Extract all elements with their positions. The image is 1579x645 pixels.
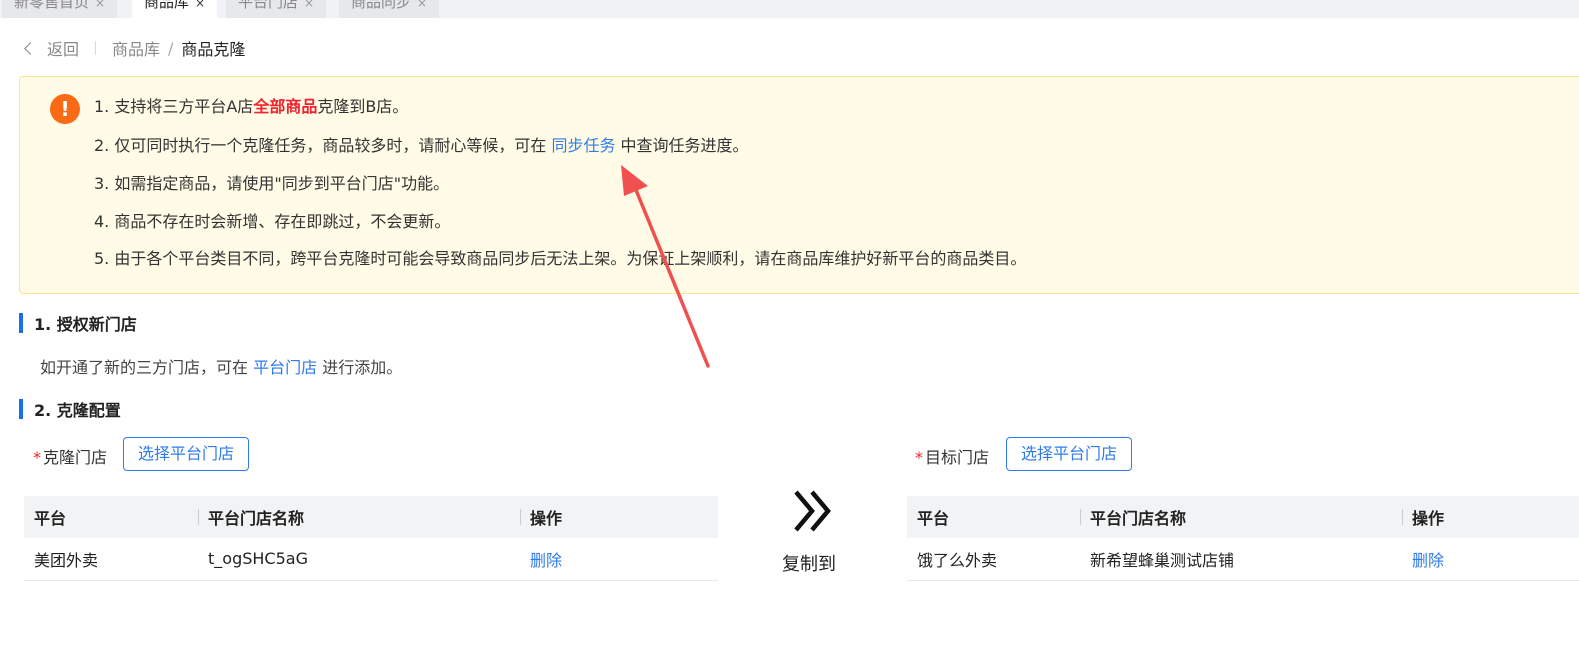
close-icon[interactable]: × (417, 0, 427, 10)
section-text: 进行添加。 (317, 358, 403, 377)
tab-label: 商品同步 (351, 0, 412, 11)
tab-home[interactable]: 新零售首页 × (2, 0, 118, 18)
section-authorize-store: 1. 授权新门店 (19, 313, 137, 334)
cell-store-name: 新希望蜂巢测试店铺 (1080, 538, 1402, 581)
required-mark: * (33, 448, 41, 467)
source-store-label: * 克隆门店 (33, 444, 107, 468)
select-target-store-button[interactable]: 选择平台门店 (1006, 437, 1133, 471)
table-row: 美团外卖 t_ogSHC5aG 删除 (24, 538, 718, 581)
column-header-action: 操作 (520, 496, 718, 538)
tab-label: 商品库 (144, 0, 190, 11)
column-resize-handle[interactable] (520, 509, 521, 525)
notice-line-1: 1. 支持将三方平台A店全部商品克隆到B店。 (94, 93, 408, 117)
cell-platform: 美团外卖 (24, 538, 198, 581)
notice-line-4: 4. 商品不存在时会新增、存在即跳过，不会更新。 (94, 212, 451, 231)
table-row: 饿了么外卖 新希望蜂巢测试店铺 删除 (907, 538, 1579, 581)
sync-task-link[interactable]: 同步任务 (551, 136, 615, 155)
delete-link[interactable]: 删除 (1402, 538, 1579, 581)
chevron-left-icon[interactable] (24, 41, 37, 55)
page: 新零售首页 × 商品库 × 平台门店 × 商品同步 × 返回 商品库 / 商品克隆 ! … (0, 0, 1579, 645)
close-icon[interactable]: × (195, 0, 205, 10)
notice-line-2: 2. 仅可同时执行一个克隆任务，商品较多时，请耐心等候，可在 同步任务 中查询任… (94, 132, 749, 156)
notice-line-3: 3. 如需指定商品，请使用"同步到平台门店"功能。 (94, 174, 450, 193)
label-text: 目标门店 (925, 448, 990, 467)
column-header-label: 平台门店名称 (1090, 509, 1187, 528)
section-title: 1. 授权新门店 (34, 315, 137, 334)
section-title: 2. 克隆配置 (34, 401, 121, 420)
section-authorize-text: 如开通了新的三方门店，可在 平台门店 进行添加。 (40, 354, 402, 378)
column-header-platform: 平台 (24, 496, 198, 538)
cell-platform: 饿了么外卖 (907, 538, 1080, 581)
notice-text: 克隆到B店。 (317, 97, 409, 116)
section-text: 如开通了新的三方门店，可在 (40, 358, 254, 377)
column-header-platform: 平台 (907, 496, 1080, 538)
section-marker (19, 399, 23, 419)
table-header-row: 平台 平台门店名称 操作 (24, 496, 718, 538)
notice-text: 中查询任务进度。 (615, 136, 749, 155)
column-header-action: 操作 (1402, 496, 1579, 538)
tab-product-sync[interactable]: 商品同步 × (339, 0, 440, 18)
section-clone-config: 2. 克隆配置 (19, 399, 121, 420)
column-header-label: 操作 (530, 509, 563, 528)
warning-icon: ! (50, 94, 80, 124)
notice-text: 1. 支持将三方平台A店 (94, 97, 254, 116)
notice-text: 2. 仅可同时执行一个克隆任务，商品较多时，请耐心等候，可在 (94, 136, 552, 155)
label-text: 克隆门店 (43, 448, 108, 467)
back-link[interactable]: 返回 (47, 36, 79, 60)
platform-store-link[interactable]: 平台门店 (253, 358, 317, 377)
target-store-table: 平台 平台门店名称 操作 饿了么外卖 新希望蜂巢测试店铺 删除 (907, 496, 1579, 581)
select-source-store-button[interactable]: 选择平台门店 (123, 437, 250, 471)
section-marker (19, 313, 23, 333)
double-chevron-right-icon (794, 490, 831, 532)
required-mark: * (915, 448, 923, 467)
notice-line-5: 5. 由于各个平台类目不同，跨平台克隆时可能会导致商品同步后无法上架。为保证上架… (94, 249, 1027, 268)
column-header-label: 操作 (1412, 509, 1445, 528)
notice-box: ! 1. 支持将三方平台A店全部商品克隆到B店。 2. 仅可同时执行一个克隆任务… (19, 76, 1579, 294)
cell-store-name: t_ogSHC5aG (198, 538, 520, 581)
close-icon[interactable]: × (95, 0, 105, 10)
delete-link[interactable]: 删除 (520, 538, 718, 581)
breadcrumb-current: 商品克隆 (181, 40, 246, 59)
tab-label: 平台门店 (238, 0, 299, 11)
tab-bar: 新零售首页 × 商品库 × 平台门店 × 商品同步 × (0, 0, 1579, 18)
column-header-store-name: 平台门店名称 (198, 496, 520, 538)
source-store-table: 平台 平台门店名称 操作 美团外卖 t_ogSHC5aG 删除 (24, 496, 718, 581)
breadcrumb-parent[interactable]: 商品库 (112, 36, 160, 60)
breadcrumb-separator: / (168, 38, 174, 58)
column-header-store-name: 平台门店名称 (1080, 496, 1402, 538)
divider (95, 41, 97, 55)
notice-highlight: 全部商品 (253, 97, 318, 116)
column-resize-handle[interactable] (1402, 509, 1403, 525)
tab-product-library[interactable]: 商品库 × (132, 0, 218, 18)
copy-to-label: 复制到 (782, 554, 836, 575)
close-icon[interactable]: × (304, 0, 314, 10)
target-store-label: * 目标门店 (915, 444, 989, 468)
column-resize-handle[interactable] (198, 509, 199, 525)
table-header-row: 平台 平台门店名称 操作 (907, 496, 1579, 538)
column-header-label: 平台门店名称 (208, 509, 305, 528)
tab-platform-stores[interactable]: 平台门店 × (226, 0, 327, 18)
tab-label: 新零售首页 (14, 0, 90, 11)
column-resize-handle[interactable] (1080, 509, 1081, 525)
breadcrumb: 返回 商品库 / 商品克隆 (22, 36, 245, 60)
